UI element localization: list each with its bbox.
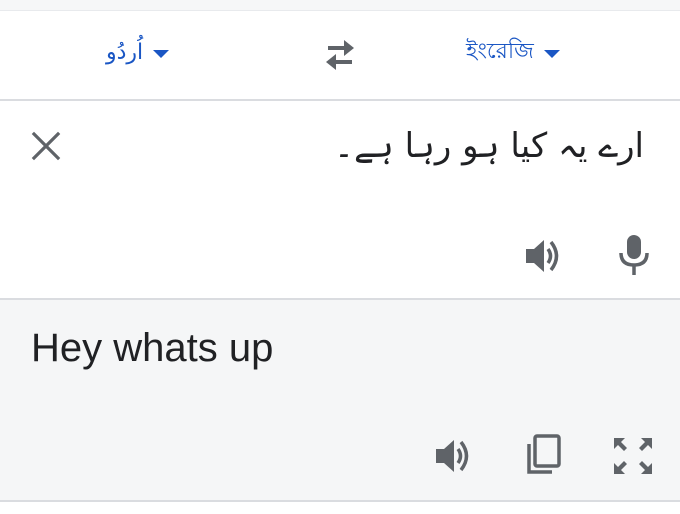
voice-input-button[interactable] (612, 232, 656, 278)
listen-source-button[interactable] (522, 234, 566, 278)
translated-text: Hey whats up (31, 326, 274, 370)
top-strip (0, 0, 680, 11)
swap-languages-button[interactable] (318, 35, 362, 73)
source-language-label: اُردُو (106, 39, 144, 65)
clear-input-button[interactable] (28, 128, 64, 164)
language-bar: اُردُو ইংরেজি (0, 11, 680, 101)
speaker-icon (436, 440, 469, 472)
swap-arrows-icon (326, 40, 354, 70)
mic-icon (619, 235, 649, 275)
source-text[interactable]: ارے یہ کیا ہو رہا ہے۔ (334, 125, 644, 166)
copy-translation-button[interactable] (520, 432, 566, 478)
target-language-selector[interactable]: ইংরেজি (466, 35, 560, 69)
fullscreen-button[interactable] (610, 434, 656, 478)
target-language-label: ইংরেজি (466, 38, 534, 64)
speaker-icon (526, 240, 559, 272)
copy-icon (527, 434, 561, 474)
listen-translation-button[interactable] (432, 434, 476, 478)
translate-screen: اُردُو ইংরেজি ارے یہ کیا ہو رہا ہے۔ Hey … (0, 0, 680, 514)
source-language-selector[interactable]: اُردُو (106, 35, 170, 69)
caret-down-icon (543, 50, 560, 58)
close-icon (31, 131, 61, 161)
fullscreen-icon (614, 438, 652, 474)
caret-down-icon (153, 50, 170, 58)
